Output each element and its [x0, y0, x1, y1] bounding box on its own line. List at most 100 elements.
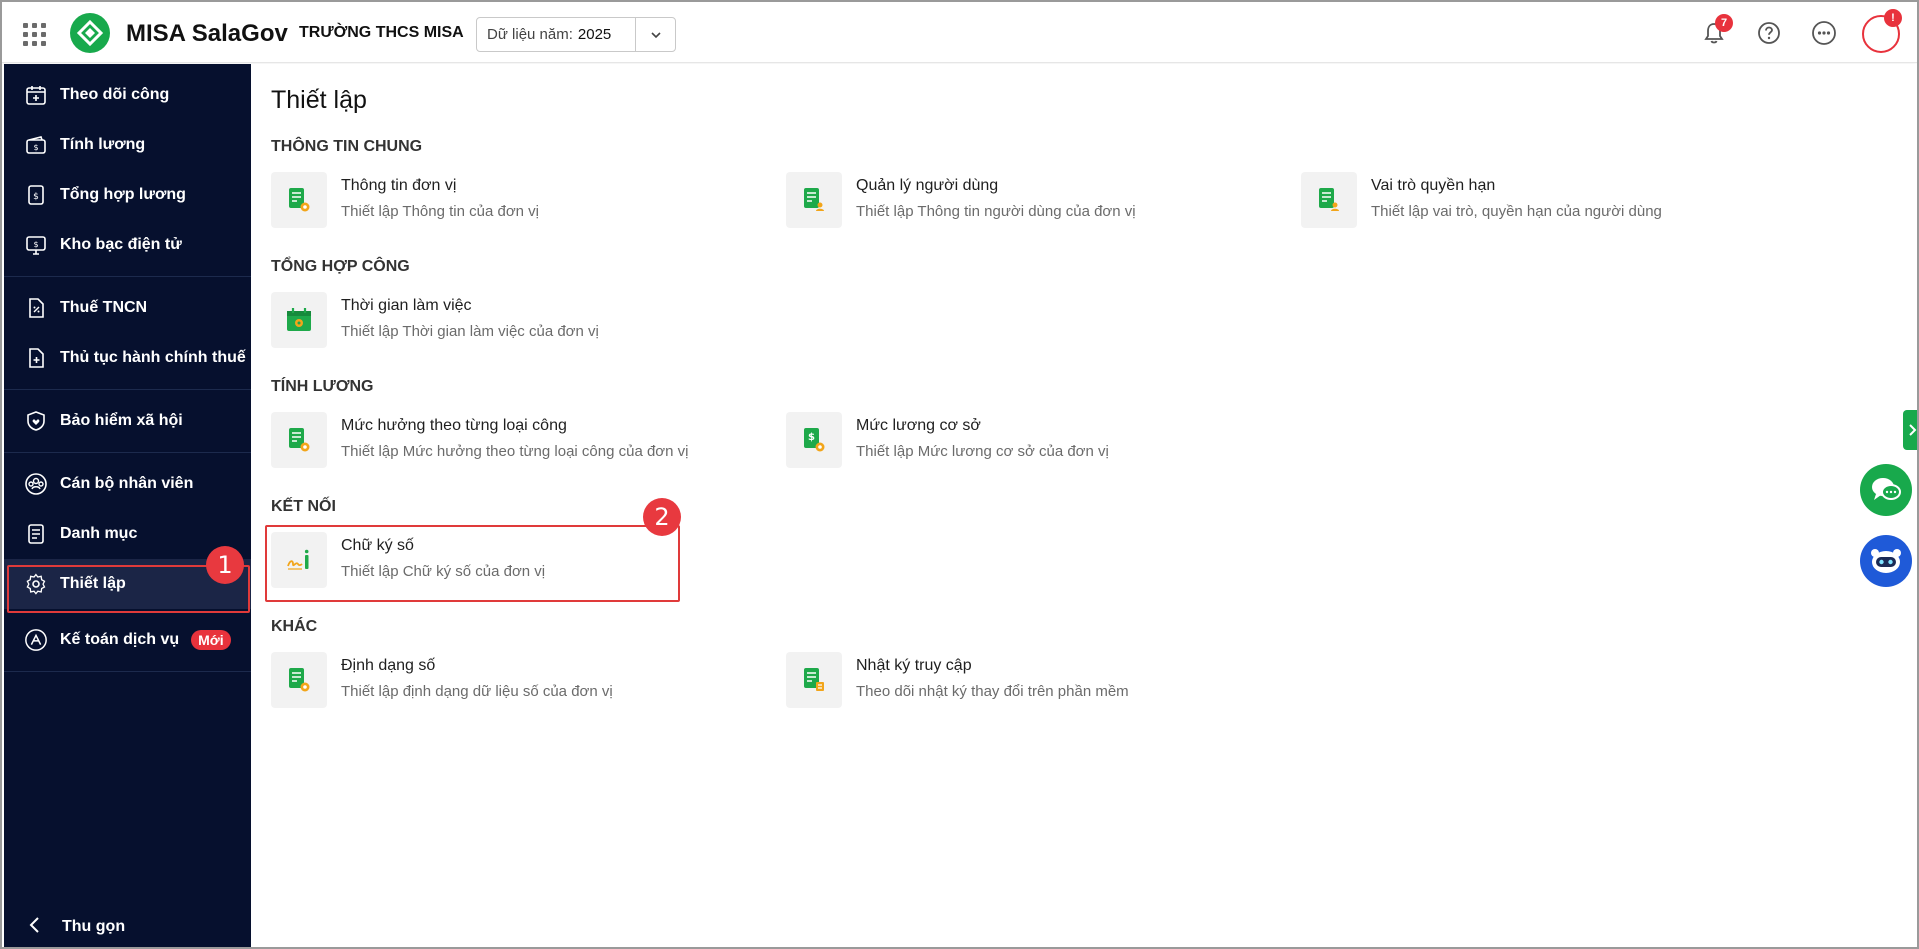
svg-text:$: $: [33, 143, 38, 152]
sidebar-item-label: Cán bộ nhân viên: [60, 475, 194, 492]
shield-heart-icon: [24, 409, 48, 433]
document-gear-icon: [271, 172, 327, 228]
svg-text:$: $: [808, 432, 815, 443]
sidebar-item-ke-toan-dich-vu[interactable]: Kế toán dịch vụ Mới: [4, 615, 251, 665]
sidebar-item-bao-hiem-xa-hoi[interactable]: Bảo hiểm xã hội: [4, 396, 251, 446]
settings-card-thoi-gian-lam-viec[interactable]: Thời gian làm việc Thiết lập Thời gian l…: [271, 292, 599, 352]
card-description: Thiết lập Thông tin của đơn vị: [341, 203, 540, 220]
card-title: Định dạng số: [341, 657, 436, 674]
data-year-value: 2025: [577, 26, 612, 43]
section-title-khac: KHÁC: [271, 618, 318, 635]
settings-card-muc-huong[interactable]: Mức hưởng theo từng loại công Thiết lập …: [271, 412, 688, 472]
chevron-left-icon: [28, 916, 42, 939]
misa-logo-icon[interactable]: [70, 13, 110, 53]
sidebar-item-label: Thiết lập: [60, 575, 126, 592]
settings-card-dinh-dang-so[interactable]: Định dạng số Thiết lập định dạng dữ liệu…: [271, 652, 613, 712]
svg-text:$: $: [33, 240, 38, 249]
card-description: Thiết lập Mức lương cơ sở của đơn vị: [856, 443, 1109, 460]
card-title: Thông tin đơn vị: [341, 177, 457, 194]
sidebar-group-tax: Thuế TNCN Thủ tục hành chính thuế: [4, 277, 251, 390]
sidebar-item-kho-bac-dien-tu[interactable]: $ Kho bạc điện tử: [4, 220, 251, 270]
collapse-sidebar-button[interactable]: Thu gọn: [4, 905, 251, 947]
sidebar-item-label: Theo dõi công: [60, 86, 170, 103]
card-description: Theo dõi nhật ký thay đổi trên phần mềm: [856, 683, 1129, 700]
avatar-alert-badge: !: [1884, 9, 1902, 27]
more-options-icon[interactable]: [1809, 18, 1839, 48]
sidebar-group-timesheet: Theo dõi công $ Tính lương $ Tổng hợp lư…: [4, 64, 251, 277]
top-header: MISA SalaGov TRƯỜNG THCS MISA Dữ liệu nă…: [2, 2, 1917, 63]
settings-card-nhat-ky-truy-cap[interactable]: Nhật ký truy cập Theo dõi nhật ký thay đ…: [786, 652, 1129, 712]
main-content: Thiết lập THÔNG TIN CHUNG Thông tin đơn …: [251, 64, 1917, 947]
notification-count-badge: 7: [1715, 14, 1733, 32]
data-year-select[interactable]: Dữ liệu năm: 2025: [476, 17, 676, 52]
accounting-icon: [24, 628, 48, 652]
card-title: Mức lương cơ sở: [856, 417, 981, 434]
calendar-gear-icon: [271, 292, 327, 348]
chat-support-icon[interactable]: [1860, 464, 1912, 516]
sidebar-item-label: Kho bạc điện tử: [60, 236, 182, 253]
section-title-thong-tin-chung: THÔNG TIN CHUNG: [271, 138, 423, 155]
page-title: Thiết lập: [271, 86, 367, 114]
sidebar-item-thu-tuc-hanh-chinh-thue[interactable]: Thủ tục hành chính thuế: [4, 333, 251, 383]
svg-text:$: $: [33, 192, 39, 202]
data-year-label: Dữ liệu năm:: [487, 26, 573, 43]
document-user-icon: [786, 172, 842, 228]
new-badge: Mới: [191, 630, 231, 650]
sidebar-item-can-bo-nhan-vien[interactable]: Cán bộ nhân viên: [4, 459, 251, 509]
users-icon: [24, 472, 48, 496]
section-title-tinh-luong: TÍNH LƯƠNG: [271, 378, 374, 395]
salary-report-icon: $: [24, 183, 48, 207]
document-user-icon: [1301, 172, 1357, 228]
card-description: Thiết lập Chữ ký số của đơn vị: [341, 563, 546, 580]
expand-panel-tab[interactable]: [1903, 410, 1917, 450]
notification-bell-icon[interactable]: 7: [1699, 14, 1733, 48]
user-avatar[interactable]: !: [1862, 9, 1902, 53]
calendar-plus-icon: [24, 83, 48, 107]
sidebar-item-theo-doi-cong[interactable]: Theo dõi công: [4, 70, 251, 120]
sidebar-item-label: Danh mục: [60, 525, 138, 542]
document-gear-icon: [271, 412, 327, 468]
document-gear-icon: [271, 652, 327, 708]
help-icon[interactable]: [1754, 18, 1784, 48]
card-description: Thiết lập Mức hưởng theo từng loại công …: [341, 443, 689, 460]
sidebar: Theo dõi công $ Tính lương $ Tổng hợp lư…: [4, 64, 251, 947]
chevron-down-icon[interactable]: [635, 18, 675, 51]
app-window: MISA SalaGov TRƯỜNG THCS MISA Dữ liệu nă…: [0, 0, 1919, 949]
card-title: Chữ ký số: [341, 537, 414, 554]
document-plus-icon: [24, 346, 48, 370]
organization-name: TRƯỜNG THCS MISA: [299, 24, 464, 41]
card-title: Nhật ký truy cập: [856, 657, 972, 674]
settings-card-quan-ly-nguoi-dung[interactable]: Quản lý người dùng Thiết lập Thông tin n…: [786, 172, 1136, 232]
card-description: Thiết lập định dạng dữ liệu số của đơn v…: [341, 683, 613, 700]
card-title: Quản lý người dùng: [856, 177, 999, 194]
settings-card-vai-tro-quyen-han[interactable]: Vai trò quyền hạn Thiết lập vai trò, quy…: [1301, 172, 1662, 232]
section-title-ket-noi: KẾT NỐI: [271, 498, 336, 515]
card-description: Thiết lập Thời gian làm việc của đơn vị: [341, 323, 599, 340]
app-name[interactable]: MISA SalaGov: [126, 20, 288, 48]
step-number-1: 1: [206, 546, 244, 584]
list-document-icon: [24, 522, 48, 546]
document-dollar-icon: $: [786, 412, 842, 468]
settings-card-chu-ky-so[interactable]: Chữ ký số Thiết lập Chữ ký số của đơn vị: [271, 532, 545, 592]
wallet-icon: $: [24, 133, 48, 157]
card-description: Thiết lập vai trò, quyền hạn của người d…: [1371, 203, 1662, 220]
sidebar-item-label: Thuế TNCN: [60, 299, 148, 316]
ai-assistant-bot-icon[interactable]: [1860, 535, 1912, 587]
sidebar-item-tong-hop-luong[interactable]: $ Tổng hợp lương: [4, 170, 251, 220]
sidebar-item-label: Kế toán dịch vụ: [60, 631, 180, 648]
gear-icon: [24, 572, 48, 596]
card-description: Thiết lập Thông tin người dùng của đơn v…: [856, 203, 1136, 220]
document-list-icon: [786, 652, 842, 708]
card-title: Mức hưởng theo từng loại công: [341, 417, 567, 434]
collapse-label: Thu gọn: [62, 918, 126, 935]
sidebar-item-thue-tncn[interactable]: Thuế TNCN: [4, 283, 251, 333]
settings-card-thong-tin-don-vi[interactable]: Thông tin đơn vị Thiết lập Thông tin của…: [271, 172, 539, 232]
card-title: Thời gian làm việc: [341, 297, 472, 314]
app-launcher-icon[interactable]: [20, 20, 46, 46]
sidebar-item-label: Tổng hợp lương: [60, 186, 186, 203]
sidebar-item-tinh-luong[interactable]: $ Tính lương: [4, 120, 251, 170]
settings-card-muc-luong-co-so[interactable]: $ Mức lương cơ sở Thiết lập Mức lương cơ…: [786, 412, 1109, 472]
treasury-icon: $: [24, 233, 48, 257]
sidebar-item-label: Thủ tục hành chính thuế: [60, 349, 246, 366]
sidebar-group-insurance: Bảo hiểm xã hội: [4, 390, 251, 453]
